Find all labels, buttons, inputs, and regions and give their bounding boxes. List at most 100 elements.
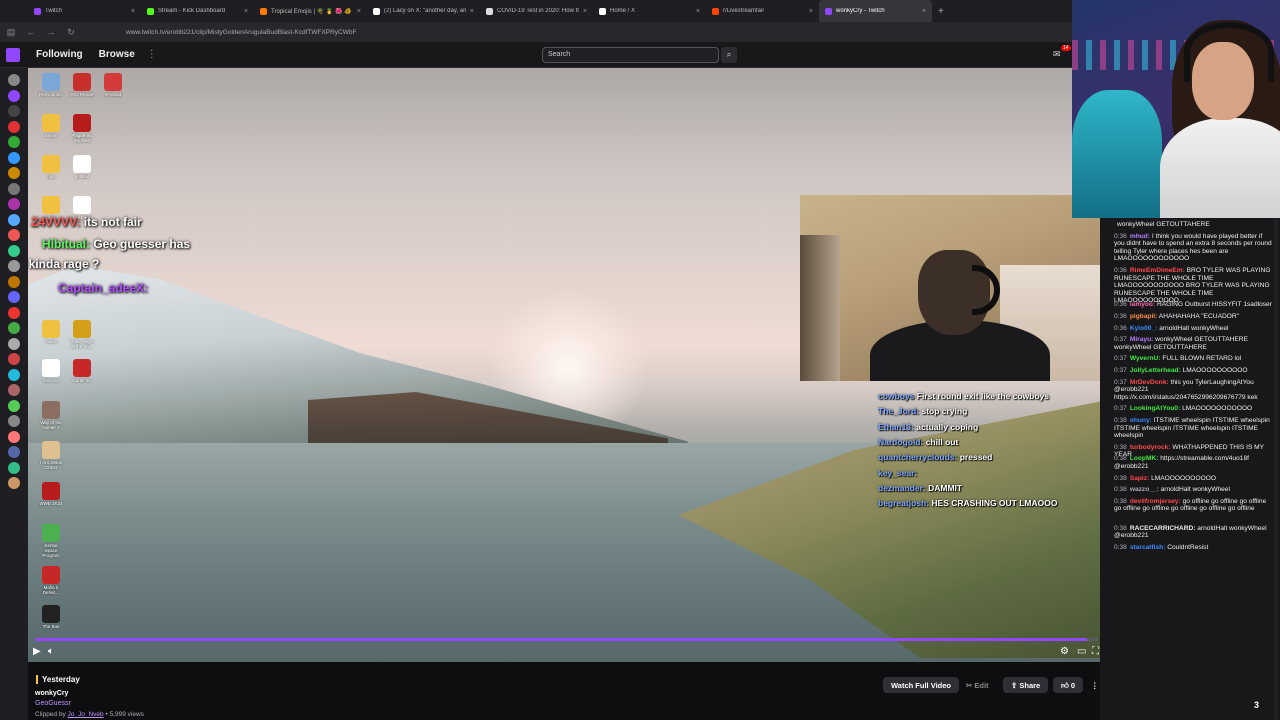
- followed-channel-avatar[interactable]: [8, 151, 20, 164]
- url-field[interactable]: www.twitch.tv/erobb221/clip/MistyGoldenA…: [126, 29, 356, 36]
- chat-username[interactable]: lamyoo:: [1130, 301, 1155, 308]
- browser-tab[interactable]: (2) Lacy on X: "another day, an ×: [367, 0, 480, 22]
- chat-text: wonkyWheel GETOUTTAHERE: [1117, 221, 1210, 228]
- edit-button[interactable]: ✂ Edit: [958, 677, 997, 693]
- followed-channel-avatar[interactable]: [8, 353, 20, 365]
- clipper-link[interactable]: Jo_Jo_Nveb: [68, 711, 104, 718]
- followed-channel-avatar[interactable]: [8, 198, 20, 210]
- followed-channel-avatar[interactable]: [8, 229, 20, 241]
- watch-full-video-button[interactable]: Watch Full Video: [883, 677, 960, 693]
- like-button[interactable]: 👍︎ 0: [1053, 677, 1084, 693]
- chat-message: 0:36 pigbapii: AHAHAHAHA "ECUADOR": [1114, 313, 1274, 321]
- chat-username[interactable]: wazzo__:: [1130, 486, 1159, 493]
- search-icon[interactable]: ⌕: [721, 47, 737, 63]
- close-tab-icon[interactable]: ×: [131, 8, 135, 15]
- chat-username[interactable]: ohuny:: [1130, 417, 1152, 424]
- close-tab-icon[interactable]: ×: [357, 8, 361, 15]
- followed-channel-avatar[interactable]: [8, 399, 20, 412]
- followed-channel-avatar[interactable]: [8, 461, 20, 474]
- chat-text: RAGING Outburst HISSYFIT 1sadloser: [1156, 301, 1272, 309]
- share-label: Share: [1019, 681, 1041, 690]
- followed-channel-avatar[interactable]: [8, 430, 20, 443]
- browser-tab[interactable]: Tropical Emojis | 🌴 🍍 🌺 🐠 ×: [254, 0, 367, 22]
- close-tab-icon[interactable]: ×: [809, 8, 813, 15]
- nav-browse[interactable]: Browse: [99, 49, 135, 60]
- followed-channel-avatar[interactable]: [8, 260, 20, 272]
- chat-username[interactable]: devilfromjersey:: [1130, 498, 1181, 505]
- followed-channel-avatar[interactable]: [8, 74, 20, 86]
- followed-channel-avatar[interactable]: [8, 213, 20, 226]
- followed-channel-avatar[interactable]: [8, 136, 20, 148]
- browser-tab[interactable]: wonkyCry - Twitch ×: [819, 0, 932, 22]
- address-bar: ▤ ← → ↻ www.twitch.tv/erobb221/clip/Mist…: [0, 22, 1072, 42]
- nav-following[interactable]: Following: [36, 49, 83, 60]
- chat-username[interactable]: mhud:: [1130, 233, 1150, 240]
- followed-channel-avatar[interactable]: [8, 105, 20, 117]
- followed-channel-avatar[interactable]: [8, 167, 20, 179]
- more-menu-icon[interactable]: ⋮: [147, 49, 157, 60]
- close-tab-icon[interactable]: ×: [583, 8, 587, 15]
- back-icon[interactable]: ←: [26, 27, 36, 37]
- browser-tab[interactable]: r/Livestreamfail ×: [706, 0, 819, 22]
- chat-username[interactable]: WyvernU:: [1130, 355, 1161, 362]
- forward-icon[interactable]: →: [46, 27, 56, 37]
- twitch-logo-icon[interactable]: [6, 47, 20, 62]
- new-tab-icon[interactable]: +: [938, 6, 944, 17]
- chat-username[interactable]: pigbapii:: [1130, 313, 1157, 320]
- followed-channel-avatar[interactable]: [8, 89, 20, 102]
- followed-channel-avatar[interactable]: [8, 306, 20, 319]
- chat-username[interactable]: RACECARRICHARD:: [1130, 525, 1196, 532]
- chat-text: arnoldHalt wonkyWheel: [1159, 324, 1229, 332]
- chat-text: arnoldHalt wonkyWheel: [1160, 486, 1230, 494]
- browser-tab[interactable]: Home / X ×: [593, 0, 706, 22]
- followed-channel-avatar[interactable]: [8, 182, 20, 195]
- followed-channel-avatar[interactable]: [8, 415, 20, 427]
- reload-icon[interactable]: ↻: [66, 27, 76, 38]
- settings-icon[interactable]: ⚙: [1060, 646, 1069, 657]
- game-link[interactable]: GeoGuessr: [35, 700, 71, 707]
- chat-username[interactable]: Mirayu:: [1130, 336, 1153, 343]
- followed-channel-avatar[interactable]: [8, 120, 20, 133]
- chat-username[interactable]: turbodyrock:: [1130, 444, 1171, 451]
- notifications-icon[interactable]: ✉: [1053, 49, 1061, 60]
- overlay-chat-text: HES CRASHING OUT LMAOOO: [931, 498, 1058, 509]
- chat-username[interactable]: RimeEmDimeEm:: [1130, 267, 1185, 274]
- close-tab-icon[interactable]: ×: [244, 8, 248, 15]
- close-tab-icon[interactable]: ×: [922, 8, 926, 15]
- play-icon[interactable]: ▶: [33, 646, 41, 657]
- desktop-icon-image: [42, 196, 60, 214]
- volume-icon[interactable]: 🔈︎: [48, 646, 54, 657]
- followed-channel-avatar[interactable]: [8, 322, 20, 334]
- overlay-chat-user: key_sear:: [878, 467, 918, 478]
- progress-bar[interactable]: [35, 638, 1098, 641]
- browser-tab[interactable]: Twitch ×: [28, 0, 141, 22]
- chat-username[interactable]: Sapiz:: [1130, 475, 1149, 482]
- sidebar-toggle-icon[interactable]: ▤: [6, 27, 16, 38]
- followed-channel-avatar[interactable]: [8, 368, 20, 381]
- followed-channel-avatar[interactable]: [8, 477, 20, 489]
- share-button[interactable]: ⇪ Share: [1003, 677, 1049, 693]
- overlay-chat-line: Z4VVVV: its not fair: [31, 215, 142, 229]
- chat-username[interactable]: LoopMK:: [1130, 455, 1159, 462]
- browser-tab[interactable]: COVID-19 Test in 2020: How It ×: [480, 0, 593, 22]
- chat-scrollbar[interactable]: [1274, 218, 1278, 720]
- chat-username[interactable]: starcatfish:: [1130, 544, 1166, 551]
- close-tab-icon[interactable]: ×: [470, 8, 474, 15]
- followed-channel-avatar[interactable]: [8, 275, 20, 288]
- close-tab-icon[interactable]: ×: [696, 8, 700, 15]
- chat-username[interactable]: Kylo00_:: [1130, 325, 1158, 332]
- search-input[interactable]: Search: [542, 47, 719, 63]
- chat-username[interactable]: MrDevDonk:: [1130, 379, 1169, 386]
- followed-channel-avatar[interactable]: [8, 291, 20, 303]
- theatre-mode-icon[interactable]: ▭: [1077, 646, 1086, 657]
- chat-username[interactable]: LookingAtYou0:: [1130, 405, 1180, 412]
- followed-channel-avatar[interactable]: [8, 446, 20, 458]
- followed-channel-avatar[interactable]: [8, 337, 20, 350]
- followed-channel-avatar[interactable]: [8, 384, 20, 396]
- chat-username[interactable]: JollyLetterhead:: [1130, 367, 1181, 374]
- overlay-chat-text: stop crying: [921, 406, 968, 417]
- fullscreen-icon[interactable]: ⛶: [1092, 646, 1099, 657]
- browser-tab[interactable]: Stream - Kick Dashboard ×: [141, 0, 254, 22]
- channel-name[interactable]: wonkyCry: [35, 690, 68, 697]
- followed-channel-avatar[interactable]: [8, 244, 20, 257]
